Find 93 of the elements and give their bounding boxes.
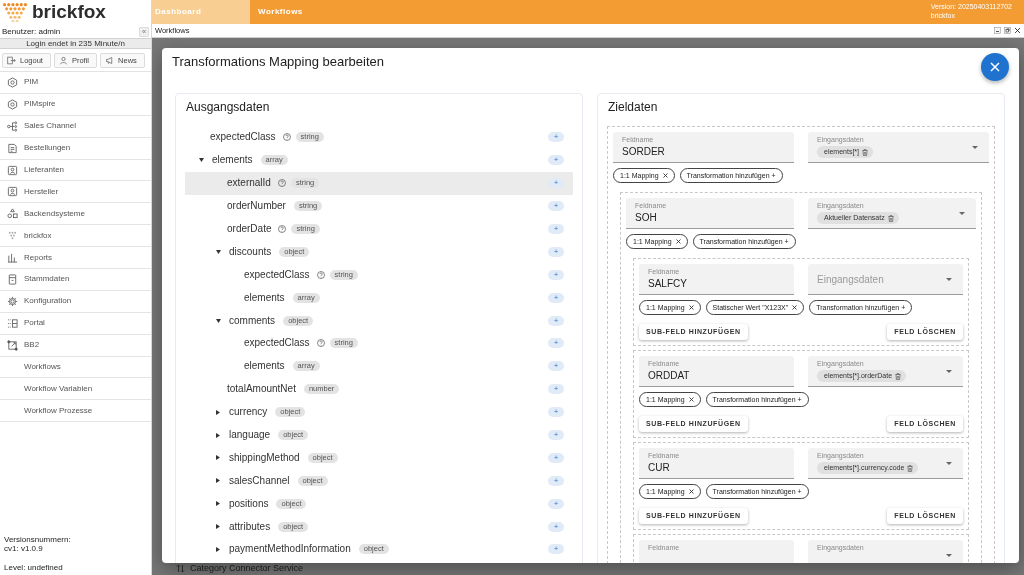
shapes-icon: [7, 208, 18, 220]
session-banner: Login endet in 235 Minute/n: [0, 38, 151, 49]
node-name: elements: [244, 360, 285, 373]
close-icon: [688, 489, 694, 494]
dot-triangle-icon: [7, 230, 18, 242]
add-button[interactable]: +: [548, 201, 564, 212]
close-button[interactable]: [981, 53, 1009, 81]
nodes-icon: [7, 339, 18, 351]
node-name: comments: [229, 314, 276, 327]
logo-icon: [3, 2, 27, 22]
person-frame-icon: [7, 186, 18, 198]
restore-icon[interactable]: [1004, 27, 1011, 34]
field-value: SALFCY: [648, 278, 687, 290]
close-icon: [675, 239, 681, 244]
panel-title: Zieldaten: [608, 100, 658, 114]
hexagon-icon: [7, 98, 18, 110]
dropdown-caret-icon: [972, 146, 978, 149]
add-button[interactable]: +: [548, 498, 564, 509]
dashed-box-icon: [7, 317, 18, 329]
list-item-text: Category Connector Service: [190, 561, 304, 575]
node-name: expectedClass: [210, 131, 276, 144]
node-name: elements: [212, 154, 253, 167]
field-value: ORDDAT: [648, 370, 690, 382]
field-value: SORDER: [622, 146, 665, 158]
node-name: currency: [229, 406, 268, 419]
person-frame-icon: [7, 164, 18, 176]
floating-label: Eingangsdaten: [817, 274, 884, 286]
trash-icon: [862, 148, 869, 156]
node-name: discounts: [229, 245, 272, 258]
add-button[interactable]: +: [548, 132, 564, 143]
node-name: salesChannel: [229, 474, 290, 487]
node-name: shippingMethod: [229, 451, 300, 464]
modal-title: Transformations Mapping bearbeiten: [172, 54, 384, 70]
close-icon[interactable]: [1014, 27, 1021, 34]
add-button[interactable]: +: [548, 338, 564, 349]
add-button[interactable]: +: [548, 475, 564, 486]
version-heading: Versionsnummern:: [4, 534, 72, 544]
add-button[interactable]: +: [548, 521, 564, 532]
add-button[interactable]: +: [548, 224, 564, 234]
add-button[interactable]: +: [548, 292, 564, 303]
node-name: orderDate: [227, 223, 272, 235]
trash-icon: [895, 372, 902, 380]
version-text: cv1: v1.0.9: [4, 544, 44, 554]
node-name: orderNumber: [227, 200, 286, 213]
node-name: elements: [244, 291, 285, 304]
logout-icon: [7, 56, 16, 65]
bar-chart-icon: [7, 252, 18, 264]
add-button[interactable]: +: [548, 361, 564, 372]
node-name: attributes: [229, 520, 271, 533]
add-button[interactable]: +: [548, 544, 564, 555]
add-button[interactable]: +: [548, 407, 564, 418]
panel-title: Ausgangsdaten: [186, 100, 270, 114]
file-box-icon: [7, 273, 18, 285]
hexagon-icon: [7, 76, 18, 88]
add-button[interactable]: +: [548, 452, 564, 463]
trash-icon: [887, 214, 894, 222]
dropdown-caret-icon: [946, 554, 952, 557]
node-name: totalAmountNet: [227, 383, 296, 396]
add-button[interactable]: +: [548, 178, 564, 189]
megaphone-icon: [105, 56, 115, 65]
dropdown-caret-icon: [959, 212, 965, 215]
field-value: CUR: [648, 462, 670, 474]
gear-icon: [7, 295, 18, 307]
up-down-arrows-icon: [176, 564, 185, 573]
node-name: expectedClass: [244, 268, 310, 281]
close-icon: [792, 305, 798, 310]
node-name: positions: [229, 497, 269, 510]
field-value: SOH: [635, 212, 657, 224]
user-label: Benutzer: admin: [2, 26, 61, 37]
close-icon: [662, 173, 668, 178]
person-icon: [58, 56, 68, 65]
close-icon: [688, 397, 694, 402]
trash-icon: [907, 464, 914, 472]
logo-text: brickfox: [32, 2, 106, 22]
document-icon: [7, 142, 18, 154]
add-button[interactable]: +: [548, 155, 564, 166]
close-icon: [688, 305, 694, 310]
add-button[interactable]: +: [548, 430, 564, 440]
dropdown-caret-icon: [946, 462, 952, 465]
add-button[interactable]: +: [548, 384, 564, 395]
branch-icon: [7, 120, 18, 132]
dropdown-caret-icon: [946, 278, 952, 281]
close-icon: [990, 62, 1000, 72]
node-name: paymentMethodInformation: [229, 543, 351, 556]
node-name: language: [229, 429, 271, 441]
node-name: externalId: [227, 177, 271, 190]
dropdown-caret-icon: [946, 370, 952, 373]
add-button[interactable]: +: [548, 315, 564, 326]
add-button[interactable]: +: [548, 269, 564, 280]
node-name: expectedClass: [244, 337, 310, 350]
add-button[interactable]: +: [548, 246, 564, 257]
level-text: Level: undefined: [4, 562, 64, 572]
minimize-icon[interactable]: [994, 27, 1001, 34]
